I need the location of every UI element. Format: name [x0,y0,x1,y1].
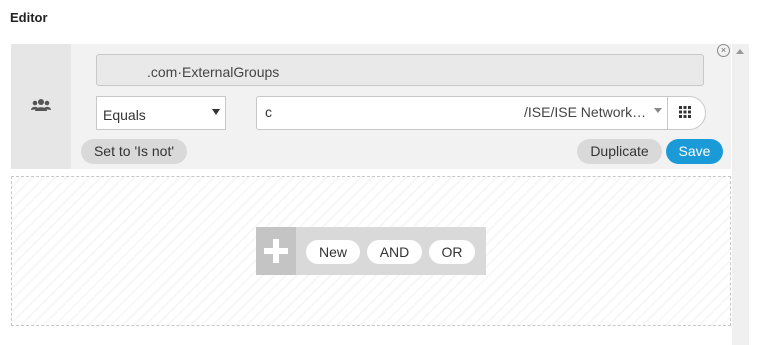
plus-icon-vertical [273,239,279,263]
editor-title: Editor [10,10,48,25]
new-button[interactable]: New [306,240,360,264]
close-circle-icon[interactable]: × [717,44,730,57]
or-button[interactable]: OR [429,240,475,264]
value-path: /ISE/ISE Network… [524,104,647,120]
and-button[interactable]: AND [367,240,422,264]
grid-icon[interactable] [679,106,691,118]
users-group-icon [31,99,51,111]
scrollbar[interactable] [732,44,749,345]
scroll-up-arrow-icon[interactable] [736,49,744,54]
chevron-down-icon[interactable] [212,109,220,115]
operator-selected-label: Equals [103,107,146,123]
save-button[interactable]: Save [666,139,723,164]
attribute-text: .com·ExternalGroups [147,64,280,80]
set-is-not-button[interactable]: Set to 'Is not' [81,139,187,164]
duplicate-button[interactable]: Duplicate [577,139,662,164]
value-divider [667,97,668,129]
value-dropdown-arrow-icon[interactable] [654,108,662,113]
value-prefix: c [265,104,272,120]
